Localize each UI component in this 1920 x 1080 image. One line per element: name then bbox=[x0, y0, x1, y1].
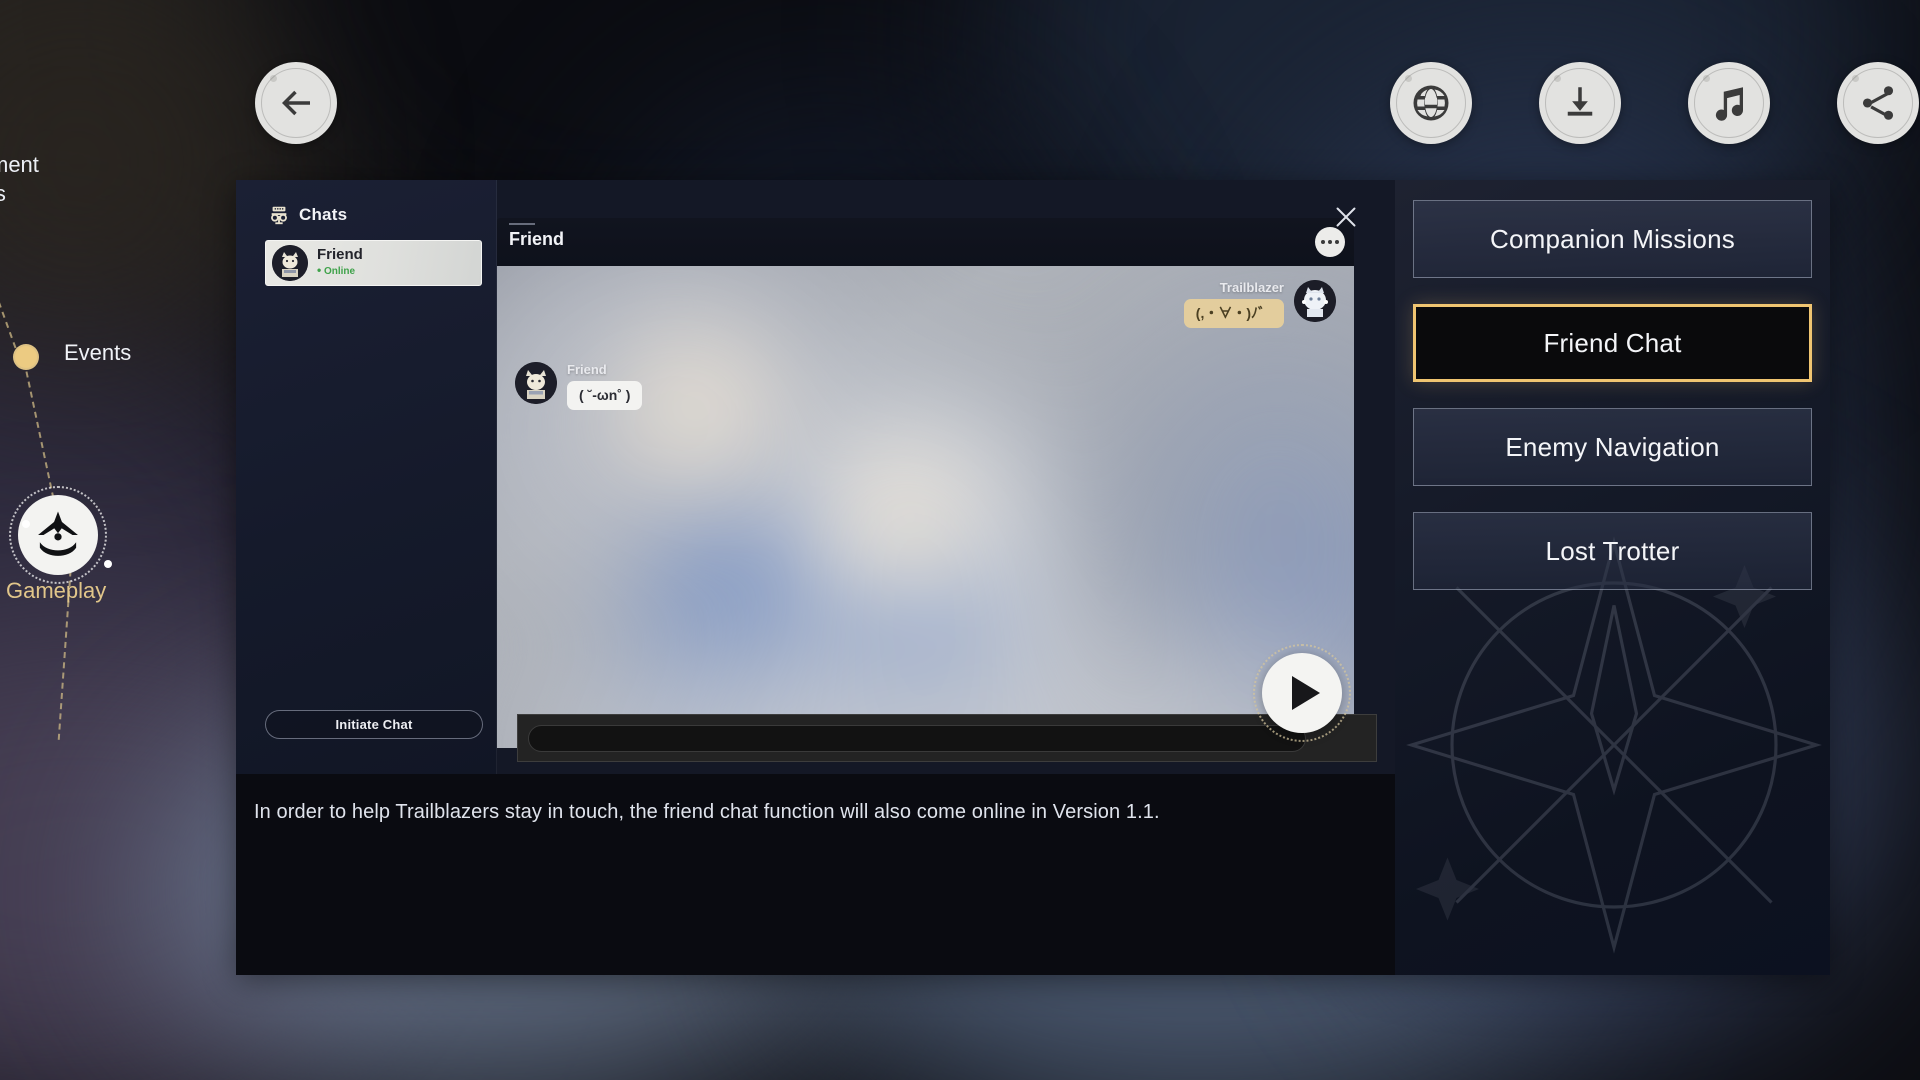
gameplay-emblem-icon bbox=[38, 511, 78, 556]
language-button-dot bbox=[1405, 75, 1412, 82]
music-button-dot bbox=[1703, 75, 1710, 82]
chat-list-item-friend[interactable]: Friend • Online bbox=[265, 240, 482, 286]
ellipsis-dot bbox=[1335, 240, 1339, 244]
rail-item-companion-missions[interactable]: Companion Missions bbox=[1413, 200, 1812, 278]
cat-avatar-icon bbox=[272, 245, 308, 281]
play-icon bbox=[1292, 676, 1320, 710]
rail-item-label: Lost Trotter bbox=[1545, 535, 1680, 566]
message-column: Friend ( ˘-ωn˚ ) bbox=[567, 362, 643, 410]
share-icon bbox=[1862, 86, 1894, 120]
chats-crown-icon bbox=[271, 206, 287, 225]
download-button-dot bbox=[1554, 75, 1561, 82]
chat-message: Friend ( ˘-ωn˚ ) bbox=[515, 362, 643, 410]
conversation-header: Friend bbox=[497, 218, 1354, 266]
feature-list-rail: Companion Missions Friend Chat Enemy Nav… bbox=[1395, 180, 1830, 975]
rail-item-friend-chat[interactable]: Friend Chat bbox=[1413, 304, 1812, 382]
chats-title: Chats bbox=[299, 205, 348, 224]
header-tick bbox=[509, 223, 535, 225]
arrow-left-icon bbox=[282, 90, 310, 116]
message-area: Trailblazer (,・∀・)ﾉ゛ Friend (˘-ωn˚) bbox=[497, 266, 1354, 748]
chat-message: Trailblazer (,・∀・)ﾉ゛ bbox=[1183, 280, 1336, 328]
share-button[interactable] bbox=[1837, 62, 1919, 144]
close-button[interactable] bbox=[1331, 202, 1361, 232]
video-thumbnail[interactable]: Chats Friend • Online Initiate Chat Frie… bbox=[236, 180, 1395, 774]
trailblazer-avatar-icon bbox=[1294, 280, 1336, 322]
status-bullet: • bbox=[317, 263, 322, 277]
timeline-node-gameplay[interactable] bbox=[9, 486, 107, 584]
friend-status: • Online bbox=[317, 263, 363, 279]
media-and-caption: Chats Friend • Online Initiate Chat Frie… bbox=[236, 180, 1395, 975]
timeline-label-gameplay[interactable]: Gameplay bbox=[6, 578, 106, 604]
ellipsis-dot bbox=[1328, 240, 1332, 244]
friend-name: Friend bbox=[317, 246, 363, 263]
rail-item-lost-trotter[interactable]: Lost Trotter bbox=[1413, 512, 1812, 590]
message-sender: Trailblazer bbox=[1219, 280, 1284, 295]
back-button[interactable] bbox=[255, 62, 337, 144]
top-toolbar bbox=[0, 0, 1920, 170]
rail-item-enemy-navigation[interactable]: Enemy Navigation bbox=[1413, 408, 1812, 486]
rail-item-label: Friend Chat bbox=[1543, 327, 1682, 358]
chat-sidebar: Chats Friend • Online Initiate Chat bbox=[236, 180, 497, 774]
rail-item-label: Companion Missions bbox=[1490, 223, 1735, 254]
timeline-orbit-dot bbox=[104, 560, 112, 568]
conversation-title: Friend bbox=[509, 229, 565, 249]
cat-avatar-icon bbox=[515, 362, 557, 404]
friend-avatar bbox=[272, 245, 308, 281]
blurred-game-scene bbox=[497, 266, 1354, 748]
trailblazer-avatar bbox=[1294, 280, 1336, 322]
timeline-node-events[interactable] bbox=[13, 344, 39, 370]
download-button[interactable] bbox=[1539, 62, 1621, 144]
music-button[interactable] bbox=[1688, 62, 1770, 144]
ellipsis-dot bbox=[1321, 240, 1325, 244]
message-bubble: (,・∀・)ﾉ゛ bbox=[1183, 299, 1284, 328]
chats-header: Chats bbox=[268, 204, 347, 226]
share-button-dot bbox=[1852, 75, 1859, 82]
timeline-orbit-dot bbox=[22, 520, 30, 528]
content-card: Chats Friend • Online Initiate Chat Frie… bbox=[236, 180, 1830, 975]
message-bubble: ( ˘-ωn˚ ) bbox=[567, 381, 643, 410]
music-note-icon bbox=[1715, 87, 1744, 121]
initiate-chat-button[interactable]: Initiate Chat bbox=[265, 710, 483, 739]
status-text: Online bbox=[323, 266, 356, 277]
play-button[interactable] bbox=[1253, 644, 1351, 742]
message-sender: Friend bbox=[567, 362, 607, 377]
friend-avatar bbox=[515, 362, 557, 404]
timeline-label-events[interactable]: Events bbox=[64, 340, 131, 366]
chat-input-bar bbox=[517, 714, 1377, 762]
friend-meta: Friend • Online bbox=[317, 247, 363, 279]
rail-item-label: Enemy Navigation bbox=[1505, 431, 1720, 462]
chat-app-screenshot: Chats Friend • Online Initiate Chat Frie… bbox=[236, 180, 1395, 774]
chat-input-field[interactable] bbox=[528, 724, 1306, 752]
back-button-dot bbox=[270, 75, 277, 82]
play-disc bbox=[1262, 653, 1342, 733]
language-button[interactable] bbox=[1390, 62, 1472, 144]
media-caption: In order to help Trailblazers stay in to… bbox=[254, 801, 1160, 823]
message-column: Trailblazer (,・∀・)ﾉ゛ bbox=[1183, 280, 1284, 328]
download-icon bbox=[1567, 87, 1593, 116]
timeline-cut-text-line2: ls bbox=[0, 181, 6, 206]
globe-icon bbox=[1413, 85, 1449, 121]
